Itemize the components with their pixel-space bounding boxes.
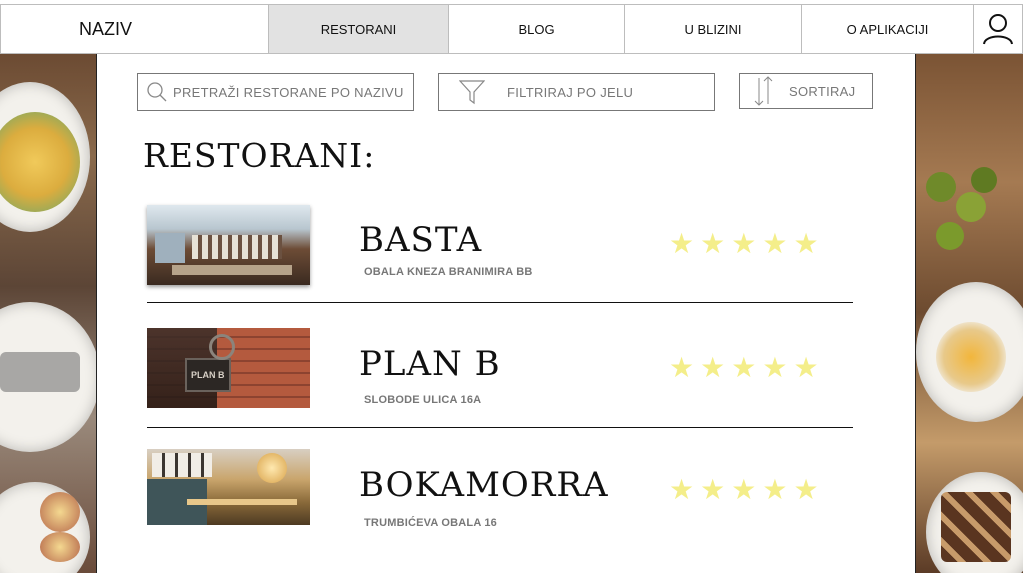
user-icon [983,14,1013,45]
sort-arrows-icon [754,76,773,106]
star-icon: ★ [669,473,695,506]
star-icon: ★ [762,473,788,506]
row-divider [147,427,853,428]
search-placeholder: PRETRAŽI RESTORANE PO NAZIVU [173,84,404,100]
brand-logo[interactable]: NAZIV [0,5,268,53]
star-icon: ★ [700,473,726,506]
restaurant-name[interactable]: PLAN B [359,344,501,384]
restaurant-photo[interactable] [147,205,310,285]
restaurant-row-plan-b[interactable]: PLAN B PLAN B SLOBODE ULICA 16A ★ ★ ★ ★ … [147,328,853,418]
star-icon: ★ [731,473,757,506]
filter-button[interactable]: FILTRIRAJ PO JELU [438,73,715,111]
food-background-left [0,52,96,573]
star-icon: ★ [731,351,757,384]
nav-item-restorani[interactable]: RESTORANI [268,5,448,53]
star-icon: ★ [731,227,757,260]
sort-button[interactable]: SORTIRAJ [739,73,873,109]
restaurant-photo[interactable] [147,449,310,525]
restaurant-row-basta[interactable]: BASTA OBALA KNEZA BRANIMIRA BB ★ ★ ★ ★ ★ [147,204,853,294]
star-icon: ★ [669,351,695,384]
restaurant-address: SLOBODE ULICA 16A [364,394,482,406]
main-panel: PRETRAŽI RESTORANE PO NAZIVU FILTRIRAJ P… [96,54,916,573]
star-rating: ★ ★ ★ ★ ★ [669,230,819,258]
restaurant-row-bokamorra[interactable]: BOKAMORRA TRUMBIĆEVA OBALA 16 ★ ★ ★ ★ ★ [147,449,853,539]
user-profile-button[interactable] [973,5,1023,53]
star-icon: ★ [793,473,819,506]
filter-label: FILTRIRAJ PO JELU [507,84,634,100]
star-icon: ★ [700,227,726,260]
restaurant-photo[interactable]: PLAN B [147,328,310,408]
restaurant-name[interactable]: BASTA [359,220,482,260]
search-input[interactable]: PRETRAŽI RESTORANE PO NAZIVU [137,73,414,111]
star-icon: ★ [793,351,819,384]
star-icon: ★ [762,227,788,260]
top-nav: NAZIV RESTORANI BLOG U BLIZINI O APLIKAC… [0,4,1023,54]
restaurant-address: TRUMBIĆEVA OBALA 16 [364,517,497,529]
funnel-icon [459,80,485,105]
restaurant-address: OBALA KNEZA BRANIMIRA BB [364,266,533,278]
restaurant-name[interactable]: BOKAMORRA [359,465,609,505]
star-icon: ★ [762,351,788,384]
star-icon: ★ [669,227,695,260]
page-title: RESTORANI: [143,136,376,175]
star-rating: ★ ★ ★ ★ ★ [669,354,819,382]
star-icon: ★ [793,227,819,260]
food-background-right [916,52,1023,573]
search-icon [147,82,167,102]
row-divider [147,302,853,303]
star-icon: ★ [700,351,726,384]
nav-item-o-aplikaciji[interactable]: O APLIKACIJI [801,5,973,53]
nav-item-blog[interactable]: BLOG [448,5,624,53]
nav-item-u-blizini[interactable]: U BLIZINI [624,5,801,53]
sort-label: SORTIRAJ [789,83,856,99]
star-rating: ★ ★ ★ ★ ★ [669,476,819,504]
